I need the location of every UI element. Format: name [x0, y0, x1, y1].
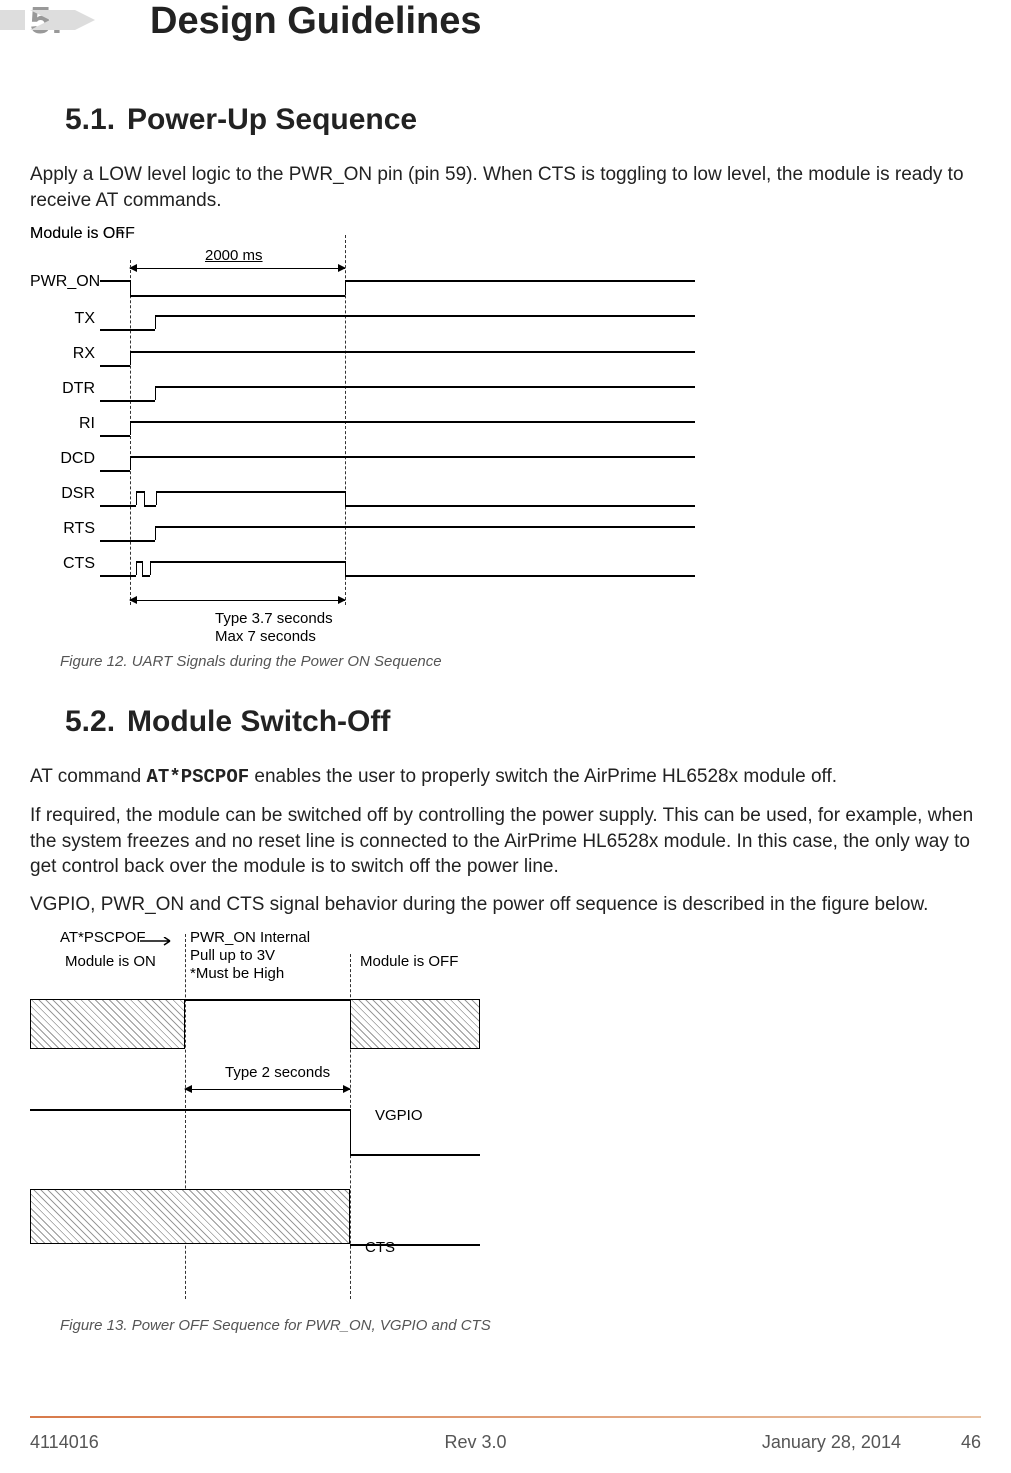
section-5-2-p2: If required, the module can be switched … [30, 803, 981, 880]
fig13-pull1: PWR_ON Internal [190, 929, 310, 946]
footer-page: 46 [961, 1432, 981, 1453]
command-text: AT*PSCPOF [147, 766, 250, 788]
fig12-module-on: Module is On [30, 225, 124, 243]
fig13-type2: Type 2 seconds [225, 1064, 330, 1081]
section-title: Power-Up Sequence [127, 103, 417, 137]
text: enables the user to properly switch the … [249, 766, 837, 787]
chapter-title: Design Guidelines [150, 0, 482, 43]
sig-label-pwr-on: PWR_ON [30, 273, 95, 291]
sig-label-rts: RTS [30, 520, 95, 538]
section-number: 5.2. [65, 705, 115, 739]
fig13-at: AT*PSCPOF [60, 929, 146, 946]
fig13-off: Module is OFF [360, 953, 458, 970]
sig-label-rx: RX [30, 345, 95, 363]
section-number: 5.1. [65, 103, 115, 137]
footer-rule [30, 1416, 981, 1418]
fig13-cts: CTS [365, 1239, 395, 1256]
section-5-2-p1: AT command AT*PSCPOF enables the user to… [30, 764, 981, 791]
section-5-1-heading: 5.1. Power-Up Sequence [65, 103, 981, 137]
fig13-on: Module is ON [65, 953, 156, 970]
section-title: Module Switch-Off [127, 705, 390, 739]
fig12-type: Type 3.7 seconds [215, 610, 333, 627]
sig-label-ri: RI [30, 415, 95, 433]
page-footer: 4114016 Rev 3.0 January 28, 2014 46 [30, 1432, 981, 1453]
chapter-heading: 5. Design Guidelines [30, 0, 981, 43]
figure-12-caption: Figure 12. UART Signals during the Power… [60, 653, 981, 670]
fig13-pull3: *Must be High [190, 965, 284, 982]
sig-label-tx: TX [30, 310, 95, 328]
fig12-2000ms: 2000 ms [205, 247, 263, 264]
footer-revision: Rev 3.0 [230, 1432, 721, 1453]
fig13-vgpio: VGPIO [375, 1107, 423, 1124]
sig-label-dsr: DSR [30, 485, 95, 503]
header-arrow-deco [0, 5, 100, 35]
figure-12-diagram: Module is OFF Module is On 2000 ms PWR_O… [30, 225, 710, 645]
sig-label-cts: CTS [30, 555, 95, 573]
section-5-2-p3: VGPIO, PWR_ON and CTS signal behavior du… [30, 892, 981, 918]
figure-13-caption: Figure 13. Power OFF Sequence for PWR_ON… [60, 1317, 981, 1334]
sig-label-dcd: DCD [30, 450, 95, 468]
footer-date: January 28, 2014 [762, 1432, 901, 1453]
sig-label-dtr: DTR [30, 380, 95, 398]
fig12-max: Max 7 seconds [215, 628, 316, 645]
section-5-2-heading: 5.2. Module Switch-Off [65, 705, 981, 739]
text: AT command [30, 766, 147, 787]
fig13-pull2: Pull up to 3V [190, 947, 275, 964]
figure-13-diagram: AT*PSCPOF PWR_ON Internal Pull up to 3V … [30, 929, 550, 1309]
section-5-1-text: Apply a LOW level logic to the PWR_ON pi… [30, 162, 981, 213]
footer-left: 4114016 [30, 1432, 230, 1453]
